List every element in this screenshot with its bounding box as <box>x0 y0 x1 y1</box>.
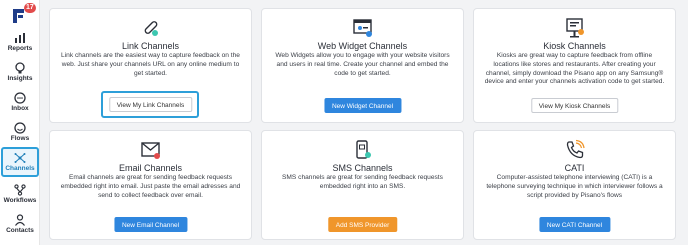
new-widget-channel-button[interactable]: New Widget Channel <box>323 98 402 113</box>
cati-card: CATI Computer-assisted telephone intervi… <box>473 130 676 240</box>
card-description: Link channels are the easiest way to cap… <box>61 52 240 77</box>
view-my-kiosk-channels-button[interactable]: View My Kiosk Channels <box>530 98 619 113</box>
sidebar-item-label: Contacts <box>6 227 34 234</box>
lightbulb-icon <box>15 62 25 74</box>
email-channels-card: Email Channels Email channels are great … <box>49 130 252 240</box>
smiley-icon <box>14 122 26 134</box>
sms-icon <box>355 140 371 159</box>
card-title: Kiosk Channels <box>543 41 606 51</box>
sidebar-item-contacts[interactable]: Contacts <box>1 214 39 234</box>
chat-bubble-icon <box>14 92 26 104</box>
sidebar-item-label: Workflows <box>3 197 37 204</box>
card-title: Link Channels <box>121 41 180 51</box>
new-email-channel-button[interactable]: New Email Channel <box>113 217 188 232</box>
card-description: Computer-assisted telephone interviewing… <box>486 174 663 199</box>
sidebar-item-insights[interactable]: Insights <box>1 62 39 82</box>
view-my-link-channels-button[interactable]: View My Link Channels <box>108 97 193 112</box>
person-icon <box>15 214 25 226</box>
card-title: Web Widget Channels <box>317 41 408 51</box>
network-icon <box>14 153 26 163</box>
sidebar-item-workflows[interactable]: Workflows <box>1 184 39 204</box>
card-description: Email channels are great for sending fee… <box>60 174 241 199</box>
notification-badge: 17 <box>24 3 36 13</box>
add-sms-provider-button[interactable]: Add SMS Provider <box>327 217 398 232</box>
sidebar-item-channels[interactable]: Channels <box>1 147 39 177</box>
sidebar: 17 Reports Insights Inbox Flows Channels… <box>0 0 40 245</box>
card-title: SMS Channels <box>332 163 393 173</box>
new-cati-channel-button[interactable]: New CATI Channel <box>538 217 611 232</box>
web-widget-icon <box>352 19 372 37</box>
phone-icon <box>566 139 585 159</box>
link-icon <box>144 21 158 36</box>
sidebar-item-flows[interactable]: Flows <box>1 122 39 142</box>
workflow-icon <box>14 184 26 196</box>
card-description: Web Widgets allow you to engage with you… <box>275 52 450 77</box>
sidebar-item-reports[interactable]: Reports <box>1 32 39 52</box>
sidebar-item-label: Flows <box>10 135 30 142</box>
bar-chart-icon <box>15 33 25 43</box>
link-channels-card: Link Channels Link channels are the easi… <box>49 8 252 123</box>
sms-channels-card: SMS Channels SMS channels are great for … <box>261 130 464 240</box>
sidebar-item-label: Inbox <box>11 105 29 112</box>
sidebar-item-label: Insights <box>7 75 33 82</box>
web-widget-channels-card: Web Widget Channels Web Widgets allow yo… <box>261 8 464 123</box>
kiosk-icon <box>565 18 584 38</box>
sidebar-item-inbox[interactable]: Inbox <box>1 92 39 112</box>
card-title: Email Channels <box>118 163 183 173</box>
kiosk-channels-card: Kiosk Channels Kiosks are great way to c… <box>473 8 676 123</box>
card-title: CATI <box>564 163 585 173</box>
sidebar-item-label: Reports <box>7 45 33 52</box>
card-description: SMS channels are great for sending feedb… <box>282 174 443 190</box>
sidebar-item-label: Channels <box>5 165 35 172</box>
pisano-logo[interactable]: 17 <box>10 3 36 27</box>
email-icon <box>140 142 160 159</box>
card-description: Kiosks are great way to capture feedback… <box>484 52 665 86</box>
